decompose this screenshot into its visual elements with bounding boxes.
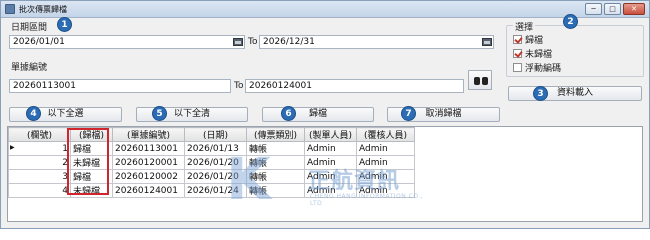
highlight-box <box>67 128 109 195</box>
cell-doc: 20260113001 <box>112 141 185 156</box>
option-unarchived[interactable]: 未歸檔 <box>513 48 553 60</box>
archived-checkbox[interactable] <box>513 35 522 44</box>
archived-label: 歸檔 <box>525 36 544 46</box>
badge-5: 5 <box>152 106 167 121</box>
cell-type: 轉帳 <box>246 141 305 156</box>
cell-type: 轉帳 <box>246 183 305 198</box>
badge-6: 6 <box>281 106 296 121</box>
cell-type: 轉帳 <box>246 169 305 184</box>
column-header-maker[interactable]: (製單人員) <box>304 127 357 142</box>
cell-doc: 20260120002 <box>112 169 185 184</box>
title-bar: 批次傳票歸檔 ─ □ ✕ <box>1 1 649 18</box>
badge-1: 1 <box>57 17 72 32</box>
app-icon <box>5 4 15 14</box>
select-panel-title: 選擇 <box>513 20 536 33</box>
badge-4: 4 <box>26 106 41 121</box>
archive-window: 批次傳票歸檔 ─ □ ✕ 日期區間 1 2026/01/01 To 2026/1… <box>0 0 650 229</box>
cell-maker: Admin <box>304 141 357 156</box>
column-header-doc[interactable]: (單據編號) <box>112 127 185 142</box>
load-data-button[interactable]: 資料載入 <box>508 86 642 101</box>
column-header-type[interactable]: (傳票類別) <box>246 127 305 142</box>
cell-date: 2026/01/24 <box>184 183 247 198</box>
calendar-icon[interactable] <box>482 38 492 46</box>
cell-doc: 20260120001 <box>112 155 185 170</box>
doc-to-input[interactable]: 20260124001 <box>245 79 464 93</box>
lookup-button[interactable] <box>468 70 492 90</box>
cell-maker: Admin <box>304 155 357 170</box>
cell-no: 2 <box>8 155 71 170</box>
cell-doc: 20260124001 <box>112 183 185 198</box>
cell-no: 4 <box>8 183 71 198</box>
close-button[interactable]: ✕ <box>623 3 645 15</box>
column-header-date[interactable]: (日期) <box>184 127 247 142</box>
maximize-button[interactable]: □ <box>604 3 621 15</box>
option-archived[interactable]: 歸檔 <box>513 34 544 46</box>
binoculars-icon <box>474 76 488 85</box>
to-label-date: To <box>248 37 258 47</box>
column-header-checker[interactable]: (覆核人員) <box>356 127 415 142</box>
cell-checker: Admin <box>356 141 415 156</box>
window-controls: ─ □ ✕ <box>585 3 645 15</box>
cell-checker: Admin <box>356 155 415 170</box>
cell-type: 轉帳 <box>246 155 305 170</box>
date-to-input[interactable]: 2026/12/31 <box>259 35 494 49</box>
cell-checker: Admin <box>356 169 415 184</box>
cell-date: 2026/01/20 <box>184 155 247 170</box>
floating-code-label: 浮動編碼 <box>525 64 562 74</box>
calendar-icon[interactable] <box>233 38 243 46</box>
badge-3: 3 <box>533 86 548 101</box>
date-range-label: 日期區間 <box>11 23 48 33</box>
cell-no: 3 <box>8 169 71 184</box>
window-title: 批次傳票歸檔 <box>19 5 67 14</box>
floating-code-checkbox[interactable] <box>513 63 522 72</box>
doc-from-input[interactable]: 20260113001 <box>9 79 231 93</box>
to-label-doc: To <box>234 81 244 91</box>
option-floating-code[interactable]: 浮動編碼 <box>513 62 562 74</box>
badge-7: 7 <box>401 106 416 121</box>
cell-date: 2026/01/20 <box>184 169 247 184</box>
cell-date: 2026/01/13 <box>184 141 247 156</box>
unarchived-checkbox[interactable] <box>513 49 522 58</box>
cell-maker: Admin <box>304 183 357 198</box>
cell-checker: Admin <box>356 183 415 198</box>
archive-button[interactable]: 歸檔 <box>262 107 374 122</box>
current-row-marker: ▶ <box>10 144 15 151</box>
unarchived-label: 未歸檔 <box>525 50 553 60</box>
doc-no-label: 單據編號 <box>11 63 48 73</box>
column-header-no[interactable]: (欄號) <box>8 127 71 142</box>
badge-2: 2 <box>563 14 578 29</box>
cell-no: 1 <box>8 141 71 156</box>
date-from-input[interactable]: 2026/01/01 <box>9 35 245 49</box>
cell-maker: Admin <box>304 169 357 184</box>
minimize-button[interactable]: ─ <box>585 3 602 15</box>
